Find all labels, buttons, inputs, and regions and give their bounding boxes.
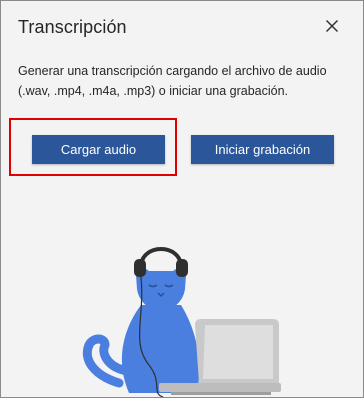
close-button[interactable] (321, 15, 343, 37)
cat-with-headphones-illustration (83, 247, 281, 397)
upload-audio-button[interactable]: Cargar audio (32, 135, 165, 164)
start-recording-button[interactable]: Iniciar grabación (191, 135, 334, 164)
transcription-pane: Transcripción Generar una transcripción … (0, 0, 364, 398)
pane-title: Transcripción (18, 17, 127, 37)
description-text: Generar una transcripción cargando el ar… (18, 64, 327, 98)
close-icon (325, 19, 339, 33)
